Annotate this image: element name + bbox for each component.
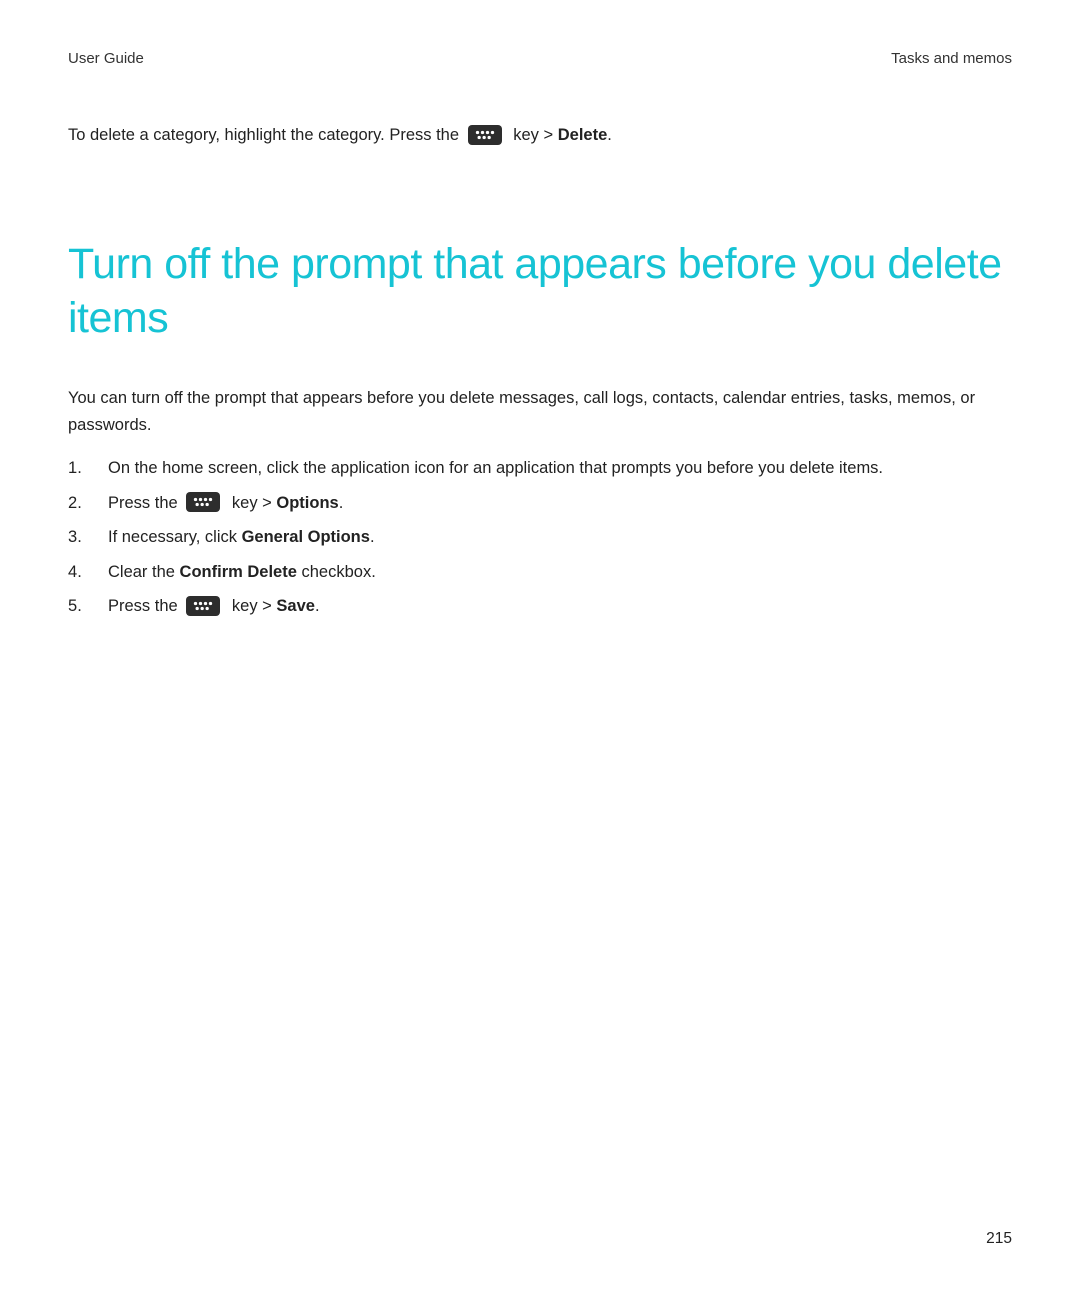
step-period: . <box>370 528 375 546</box>
step-prefix: Press the <box>108 494 178 512</box>
document-page: User Guide Tasks and memos To delete a c… <box>0 0 1080 1296</box>
intro-paragraph: To delete a category, highlight the cate… <box>68 123 1012 148</box>
blackberry-menu-key-icon <box>186 492 220 512</box>
list-item: Press the key > Options. <box>68 491 1012 517</box>
intro-bold-word: Delete <box>558 126 608 144</box>
step-bold-word: General Options <box>242 528 370 546</box>
step-bold-word: Confirm Delete <box>180 563 297 581</box>
blackberry-menu-key-icon <box>468 125 502 145</box>
step-prefix: Press the <box>108 597 178 615</box>
blackberry-menu-key-icon <box>186 596 220 616</box>
step-period: . <box>339 494 344 512</box>
step-prefix: Clear the <box>108 563 175 581</box>
header-left: User Guide <box>68 50 144 67</box>
list-item: Clear the Confirm Delete checkbox. <box>68 560 1012 586</box>
steps-list: On the home screen, click the applicatio… <box>68 456 1012 620</box>
step-bold-word: Options <box>276 494 338 512</box>
step-key-after: key > <box>232 494 272 512</box>
header-right: Tasks and memos <box>891 50 1012 67</box>
step-bold-word: Save <box>276 597 315 615</box>
page-number: 215 <box>986 1230 1012 1248</box>
step-suffix: checkbox. <box>302 563 376 581</box>
list-item: If necessary, click General Options. <box>68 525 1012 551</box>
step-prefix: If necessary, click <box>108 528 237 546</box>
page-header: User Guide Tasks and memos <box>68 50 1012 67</box>
list-item: Press the key > Save. <box>68 594 1012 620</box>
intro-key-after: key > <box>513 126 553 144</box>
section-heading: Turn off the prompt that appears before … <box>68 238 1012 346</box>
step-key-after: key > <box>232 597 272 615</box>
step-text: On the home screen, click the applicatio… <box>108 459 883 477</box>
list-item: On the home screen, click the applicatio… <box>68 456 1012 482</box>
description-paragraph: You can turn off the prompt that appears… <box>68 385 1012 438</box>
step-period: . <box>315 597 320 615</box>
intro-prefix: To delete a category, highlight the cate… <box>68 126 459 144</box>
intro-period: . <box>607 126 612 144</box>
